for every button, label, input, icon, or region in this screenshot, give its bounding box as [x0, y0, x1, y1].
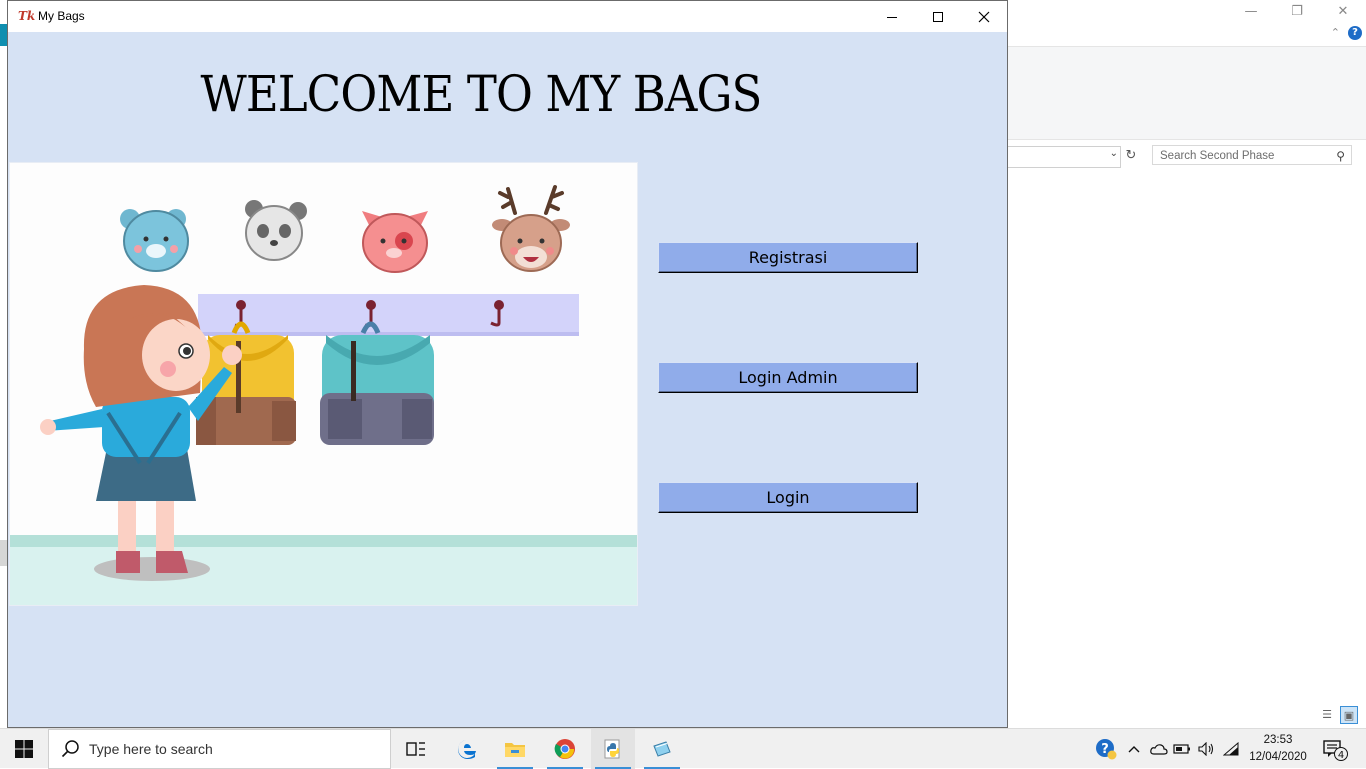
maximize-icon[interactable]	[915, 1, 961, 32]
help-icon[interactable]: ?	[1348, 26, 1362, 40]
window-controls	[869, 1, 1007, 32]
volume-icon[interactable]	[1196, 729, 1218, 769]
task-view-icon[interactable]	[394, 729, 438, 769]
login-button[interactable]: Login	[658, 482, 918, 513]
bg-ribbon	[1008, 46, 1366, 140]
bg-search-box[interactable]: Search Second Phase ⚲	[1152, 145, 1352, 165]
onedrive-icon[interactable]	[1148, 729, 1170, 769]
clock-time: 23:53	[1263, 734, 1293, 746]
background-window-controls: — ❐ ✕	[1228, 2, 1366, 26]
action-center-icon[interactable]: 4	[1318, 729, 1352, 769]
title-bar[interactable]: Tk My Bags	[8, 1, 1007, 32]
taskbar-clock[interactable]: 23:53 12/04/2020	[1238, 732, 1318, 766]
refresh-icon[interactable]: ↻	[1122, 146, 1140, 166]
login-admin-button[interactable]: Login Admin	[658, 362, 918, 393]
python-icon[interactable]	[591, 729, 635, 769]
taskbar-search-box[interactable]: Type here to search	[48, 729, 391, 769]
windows-taskbar: Type here to search ? 23:53 12/04/2020 4	[0, 728, 1366, 769]
address-dropdown-icon[interactable]: ⌄	[1110, 148, 1118, 159]
girl-hanging-backpacks-illustration	[10, 163, 637, 605]
minimize-icon[interactable]	[869, 1, 915, 32]
coat-rack	[198, 294, 579, 336]
registrasi-button[interactable]: Registrasi	[658, 242, 918, 273]
cat-head-icon	[362, 211, 428, 273]
teal-backpack	[320, 321, 434, 445]
bg-search-placeholder: Search Second Phase	[1160, 150, 1275, 162]
notepad-icon[interactable]	[640, 729, 684, 769]
bg-view-toggles: ☰ ▣	[1318, 706, 1358, 724]
notification-count: 4	[1338, 750, 1344, 761]
taskbar-search-placeholder: Type here to search	[89, 741, 213, 757]
bg-ribbon-row: ⌃ ?	[1008, 26, 1366, 46]
my-bags-window: Tk My Bags WELCOME TO MY BAGS Registrasi…	[7, 0, 1008, 728]
battery-icon[interactable]	[1172, 729, 1192, 769]
large-icons-view-icon[interactable]: ▣	[1340, 706, 1358, 724]
bg-close-icon[interactable]: ✕	[1320, 2, 1366, 26]
bg-minimize-icon[interactable]: —	[1228, 2, 1274, 26]
help-tray-icon[interactable]: ?	[1093, 729, 1119, 769]
window-title: My Bags	[38, 9, 85, 23]
bags-illustration	[9, 162, 638, 606]
close-icon[interactable]	[961, 1, 1007, 32]
windows-start-icon[interactable]	[0, 729, 48, 769]
welcome-heading: WELCOME TO MY BAGS	[200, 65, 763, 123]
bg-address-bar[interactable]: ⌄	[1008, 146, 1121, 168]
edge-icon[interactable]	[445, 729, 489, 769]
taskbar-search-icon	[61, 739, 81, 763]
ribbon-collapse-icon[interactable]: ⌃	[1331, 26, 1340, 39]
clock-date: 12/04/2020	[1249, 751, 1307, 763]
bg-search-icon: ⚲	[1336, 149, 1345, 163]
chrome-icon[interactable]	[543, 729, 587, 769]
file-explorer-icon[interactable]	[493, 729, 537, 769]
background-explorer-window: — ❐ ✕ ⌃ ? ⌄ ↻ Search Second Phase ⚲ ☰ ▣	[1008, 0, 1366, 728]
details-view-icon[interactable]: ☰	[1318, 706, 1336, 724]
show-hidden-icons-chevron-icon[interactable]	[1124, 729, 1144, 769]
tk-logo-icon: Tk	[18, 9, 36, 23]
bg-restore-icon[interactable]: ❐	[1274, 2, 1320, 26]
